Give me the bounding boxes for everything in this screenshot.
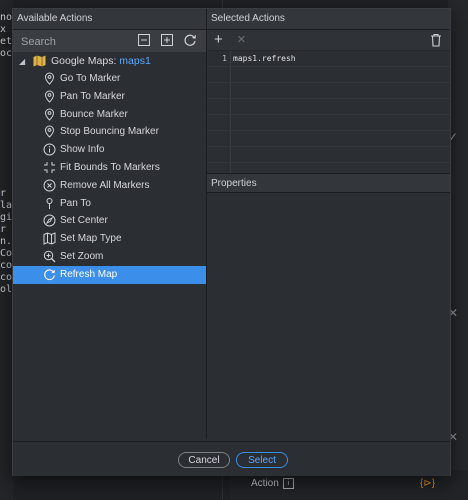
zoom-icon [43, 250, 56, 263]
action-item-label: Fit Bounds To Markers [60, 161, 160, 173]
action-item-label: Stop Bouncing Marker [60, 126, 159, 138]
compass-icon [43, 214, 56, 227]
tree-root-google-maps[interactable]: ◢ Google Maps: maps1 [13, 52, 206, 70]
action-item-label: Refresh Map [60, 268, 118, 280]
action-item[interactable]: Go To Marker [13, 70, 206, 88]
available-actions-title: Available Actions [13, 9, 206, 30]
map-icon [33, 55, 46, 67]
selected-action-line [207, 83, 450, 99]
trash-icon[interactable] [430, 33, 442, 47]
code-line: x [0, 24, 7, 35]
available-actions-panel: Available Actions ◢ Google Maps: maps1 G… [13, 9, 207, 439]
actions-dialog: Available Actions ◢ Google Maps: maps1 G… [12, 8, 451, 476]
actions-tree: ◢ Google Maps: maps1 Go To Marker Pan To … [13, 52, 206, 284]
expand-all-icon[interactable] [160, 33, 174, 47]
code-line: gi [0, 212, 13, 223]
action-item-label: Pan To Marker [60, 90, 125, 102]
selected-action-line[interactable]: 1 maps1.refresh [207, 51, 450, 67]
pin-icon [44, 108, 55, 121]
caret-down-icon[interactable]: ◢ [19, 57, 25, 66]
search-bar [13, 30, 206, 52]
action-item[interactable]: Remove All Markers [13, 177, 206, 195]
pin-icon [44, 72, 55, 85]
refresh-icon[interactable] [183, 33, 197, 47]
selected-actions-list: 1 maps1.refresh [207, 51, 450, 179]
action-item[interactable]: Set Zoom [13, 248, 206, 266]
action-label: Action [251, 478, 279, 490]
selected-actions-toolbar: + × [207, 30, 450, 51]
line-number: 1 [222, 54, 227, 63]
action-item-label: Set Map Type [60, 233, 122, 245]
action-item[interactable]: Set Center [13, 212, 206, 230]
pushpin-icon [46, 197, 53, 209]
code-line: Co [0, 248, 13, 259]
dynamic-data-icon[interactable]: {⊳} [420, 478, 435, 489]
action-item[interactable]: Stop Bouncing Marker [13, 123, 206, 141]
action-item-label: Remove All Markers [60, 179, 150, 191]
background-right-panel: ✓ ✕ ✕ [448, 0, 468, 500]
code-line: la [0, 200, 13, 211]
pin-icon [44, 125, 55, 139]
action-item-label: Go To Marker [60, 73, 121, 84]
code-line: co [0, 272, 13, 283]
select-button[interactable]: Select [236, 452, 288, 468]
action-item[interactable]: Set Map Type [13, 230, 206, 248]
line-code: maps1.refresh [233, 54, 296, 63]
action-item[interactable]: Pan To Marker [13, 88, 206, 106]
code-line: et [0, 36, 13, 47]
action-item-label: Set Zoom [60, 250, 104, 262]
background-action-field: Action i [251, 478, 294, 489]
selected-actions-title: Selected Actions [207, 9, 450, 30]
action-item-label: Bounce Marker [60, 108, 128, 120]
remove-icon [43, 179, 56, 192]
action-item-label: Set Center [60, 215, 108, 227]
map-icon [43, 232, 56, 245]
action-item-label: Show Info [60, 144, 105, 156]
dialog-footer: Cancel Select [13, 441, 450, 476]
info-icon [43, 143, 56, 156]
selected-action-line [207, 147, 450, 163]
pin-icon [44, 90, 55, 103]
search-input[interactable] [19, 33, 133, 51]
refresh-icon [44, 269, 55, 280]
code-line: ol [0, 284, 13, 295]
add-icon[interactable]: + [214, 32, 223, 48]
selected-action-line [207, 115, 450, 131]
action-item[interactable]: Pan To [13, 195, 206, 213]
tree-root-label: Google Maps: [51, 55, 120, 67]
action-item[interactable]: Bounce Marker [13, 106, 206, 124]
selected-actions-panel: Selected Actions + × 1 maps1.refresh Prop… [207, 9, 450, 439]
fit-bounds-icon [44, 161, 55, 173]
selected-action-line [207, 131, 450, 147]
action-item[interactable]: Refresh Map [13, 265, 206, 284]
remove-icon[interactable]: × [237, 32, 246, 48]
action-item[interactable]: Show Info [13, 141, 206, 159]
selected-action-line [207, 99, 450, 115]
cancel-button[interactable]: Cancel [178, 452, 230, 468]
selected-action-line [207, 67, 450, 83]
action-item[interactable]: Fit Bounds To Markers [13, 159, 206, 177]
code-line: n. [0, 236, 13, 247]
collapse-all-icon[interactable] [137, 33, 151, 47]
code-line: oc [0, 48, 13, 59]
properties-title: Properties [207, 173, 450, 193]
info-icon[interactable]: i [282, 478, 294, 489]
action-item-label: Pan To [60, 197, 91, 209]
tree-root-id: maps1 [119, 55, 151, 67]
